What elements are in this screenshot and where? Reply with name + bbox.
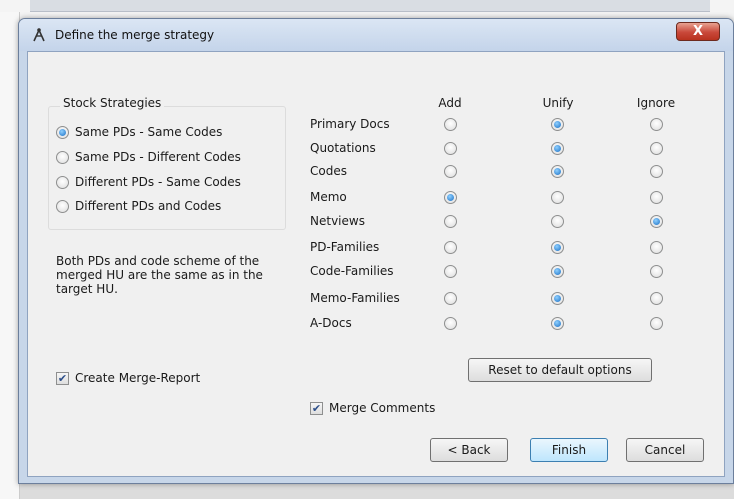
option-radio-add[interactable] (444, 215, 457, 228)
option-row-label: Memo-Families (310, 291, 400, 305)
option-radio-ignore[interactable] (650, 191, 663, 204)
option-radio-ignore[interactable] (650, 165, 663, 178)
radio-button[interactable] (56, 199, 69, 213)
option-row-label: PD-Families (310, 240, 380, 254)
close-button[interactable]: X (676, 22, 720, 41)
option-radio-add[interactable] (444, 165, 457, 178)
strategy-option-different-pds-and-codes[interactable]: Different PDs and Codes (56, 198, 221, 214)
strategy-option-label: Same PDs - Different Codes (75, 150, 241, 164)
option-radio-add[interactable] (444, 317, 457, 330)
option-radio-unify[interactable] (551, 317, 564, 330)
finish-button[interactable]: Finish (530, 438, 608, 462)
reset-defaults-button[interactable]: Reset to default options (468, 358, 652, 382)
checkbox[interactable]: ✔ (56, 371, 69, 385)
option-radio-unify[interactable] (551, 292, 564, 305)
option-radio-add[interactable] (444, 292, 457, 305)
option-radio-add[interactable] (444, 241, 457, 254)
column-header-add: Add (438, 96, 462, 110)
column-header-ignore: Ignore (636, 96, 676, 110)
create-merge-report-checkbox[interactable]: ✔ Create Merge-Report (56, 370, 200, 386)
option-radio-add[interactable] (444, 265, 457, 278)
strategy-option-same-pds-different-codes[interactable]: Same PDs - Different Codes (56, 149, 241, 165)
option-radio-unify[interactable] (551, 165, 564, 178)
strategy-option-label: Different PDs - Same Codes (75, 175, 241, 189)
merge-icon (33, 28, 45, 42)
option-radio-add[interactable] (444, 118, 457, 131)
strategy-option-different-pds-same-codes[interactable]: Different PDs - Same Codes (56, 174, 241, 190)
option-radio-ignore[interactable] (650, 118, 663, 131)
strategy-option-label: Same PDs - Same Codes (75, 125, 223, 139)
option-row-label: Quotations (310, 141, 376, 155)
checkbox-label: Create Merge-Report (75, 371, 201, 385)
radio-button[interactable] (56, 150, 69, 164)
background-status-area (20, 482, 734, 499)
option-radio-unify[interactable] (551, 118, 564, 131)
column-header-unify: Unify (542, 96, 574, 110)
option-radio-unify[interactable] (551, 142, 564, 155)
strategy-option-label: Different PDs and Codes (75, 199, 222, 213)
option-row-label: Memo (310, 190, 347, 204)
merge-comments-checkbox[interactable]: ✔ Merge Comments (310, 400, 435, 416)
option-radio-ignore[interactable] (650, 142, 663, 155)
option-radio-unify[interactable] (551, 241, 564, 254)
dialog-title: Define the merge strategy (55, 28, 215, 42)
merge-strategy-dialog: Define the merge strategy X Stock Strate… (18, 18, 734, 484)
radio-button[interactable] (56, 125, 69, 139)
option-radio-ignore[interactable] (650, 241, 663, 254)
background-side-panel (0, 12, 20, 499)
option-radio-ignore[interactable] (650, 292, 663, 305)
dialog-content: Stock Strategies Same PDs - Same Codes S… (27, 51, 725, 477)
option-row-label: A-Docs (310, 316, 352, 330)
option-row-label: Codes (310, 164, 347, 178)
option-radio-unify[interactable] (551, 191, 564, 204)
option-row-label: Primary Docs (310, 117, 390, 131)
checkbox-label: Merge Comments (329, 401, 436, 415)
back-button[interactable]: < Back (430, 438, 508, 462)
option-radio-ignore[interactable] (650, 317, 663, 330)
background-toolbar (30, 0, 710, 12)
option-row-label: Netviews (310, 214, 365, 228)
option-radio-unify[interactable] (551, 215, 564, 228)
option-radio-add[interactable] (444, 191, 457, 204)
option-radio-unify[interactable] (551, 265, 564, 278)
dialog-titlebar[interactable]: Define the merge strategy X (19, 19, 733, 51)
cancel-button[interactable]: Cancel (626, 438, 704, 462)
stock-strategies-title: Stock Strategies (60, 96, 165, 110)
option-radio-ignore[interactable] (650, 215, 663, 228)
option-radio-ignore[interactable] (650, 265, 663, 278)
radio-button[interactable] (56, 175, 69, 189)
strategy-description: Both PDs and code scheme of the merged H… (56, 254, 263, 296)
close-icon: X (692, 24, 704, 39)
option-row-label: Code-Families (310, 264, 394, 278)
checkbox[interactable]: ✔ (310, 401, 323, 415)
option-radio-add[interactable] (444, 142, 457, 155)
strategy-option-same-pds-same-codes[interactable]: Same PDs - Same Codes (56, 124, 222, 140)
